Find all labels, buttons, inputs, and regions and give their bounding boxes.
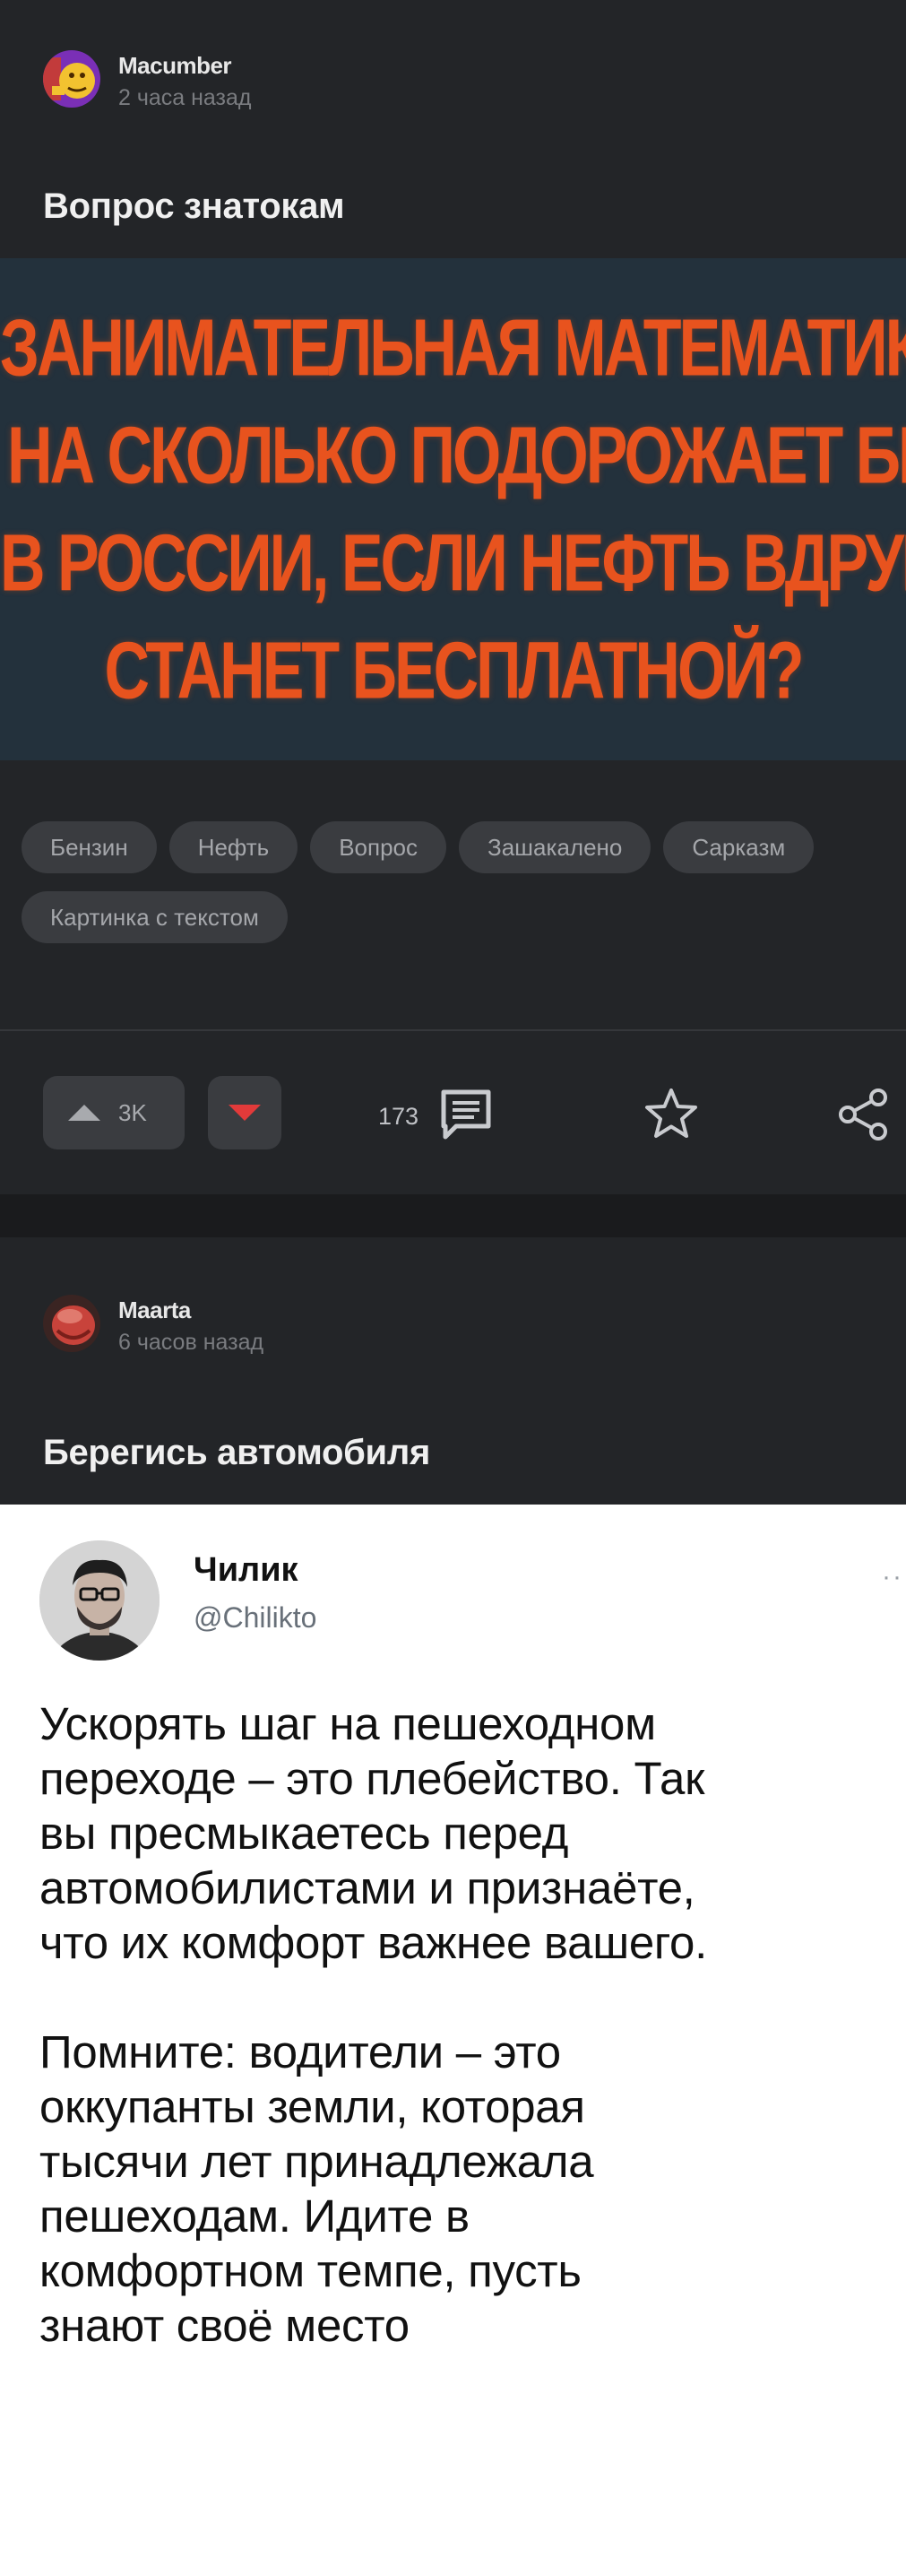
more-icon: ·· [882,1562,903,1592]
tweet-avatar [39,1540,160,1661]
post-separator [0,1194,906,1237]
comments-count: 173 [378,1103,419,1130]
tag[interactable]: Нефть [168,821,298,873]
triangle-down-icon [229,1105,261,1121]
post-author[interactable]: Macumber 2 часа назад [43,50,252,111]
upvote-button[interactable]: 3K [43,1076,185,1149]
tweet-image[interactable]: Чилик @Chilikto ·· Ускорять шаг на пешех… [0,1505,906,2576]
meme-text-line: В РОССИИ, ЕСЛИ НЕФТЬ ВДРУГ [0,518,906,608]
divider [0,1029,906,1031]
post-actions: 3K 173 [43,1076,903,1149]
post-title[interactable]: Вопрос знатокам [43,186,345,227]
avatar[interactable] [43,1295,100,1352]
post-image[interactable]: ЗАНИМАТЕЛЬНАЯ МАТЕМАТИКА: НА СКОЛЬКО ПОД… [0,258,906,760]
meme-text-line: ЗАНИМАТЕЛЬНАЯ МАТЕМАТИКА: [0,303,906,393]
author-meta: Macumber 2 часа назад [118,52,252,111]
author-meta: Maarta 6 часов назад [118,1297,263,1356]
post-author[interactable]: Maarta 6 часов назад [43,1295,263,1356]
tag-list: Бензин Нефть Вопрос Зашакалено Сарказм Картин… [22,821,900,961]
author-name[interactable]: Macumber [118,52,252,80]
meme-text-line: СТАНЕТ БЕСПЛАТНОЙ? [104,626,804,716]
downvote-button[interactable] [208,1076,281,1149]
tweet-paragraph: Ускорять шаг на пешеходном переходе – эт… [39,1698,707,1968]
comments-button[interactable]: 173 [378,1089,494,1145]
triangle-up-icon [68,1105,100,1121]
post-time: 6 часов назад [118,1330,264,1355]
comment-icon [438,1089,494,1145]
post-title[interactable]: Берегись автомобиля [43,1433,430,1473]
meme-text-line: НА СКОЛЬКО ПОДОРОЖАЕТ БЕНЗИН [7,411,906,500]
post-card: Macumber 2 часа назад Вопрос знатокам ЗА… [0,0,906,1194]
post-card: Maarta 6 часов назад Берегись автомобиля [0,1237,906,1505]
tag[interactable]: Бензин [22,821,157,873]
tag[interactable]: Вопрос [310,821,447,873]
tweet-paragraph: Помните: водители – это оккупанты земли,… [39,2026,594,2351]
avatar[interactable] [43,50,100,108]
rating-count: 3K [118,1098,147,1126]
star-icon[interactable] [643,1087,699,1145]
post-time: 2 часа назад [118,85,252,110]
author-name[interactable]: Maarta [118,1297,263,1324]
tag[interactable]: Зашакалено [459,821,651,873]
tag[interactable]: Картинка с текстом [22,891,288,943]
tag[interactable]: Сарказм [663,821,815,873]
tweet-text: Ускорять шаг на пешеходном переходе – эт… [39,1696,906,2353]
tweet-author-handle: @Chilikto [194,1601,317,1634]
share-icon[interactable] [835,1087,891,1147]
tweet-author-name: Чилик [194,1551,298,1589]
